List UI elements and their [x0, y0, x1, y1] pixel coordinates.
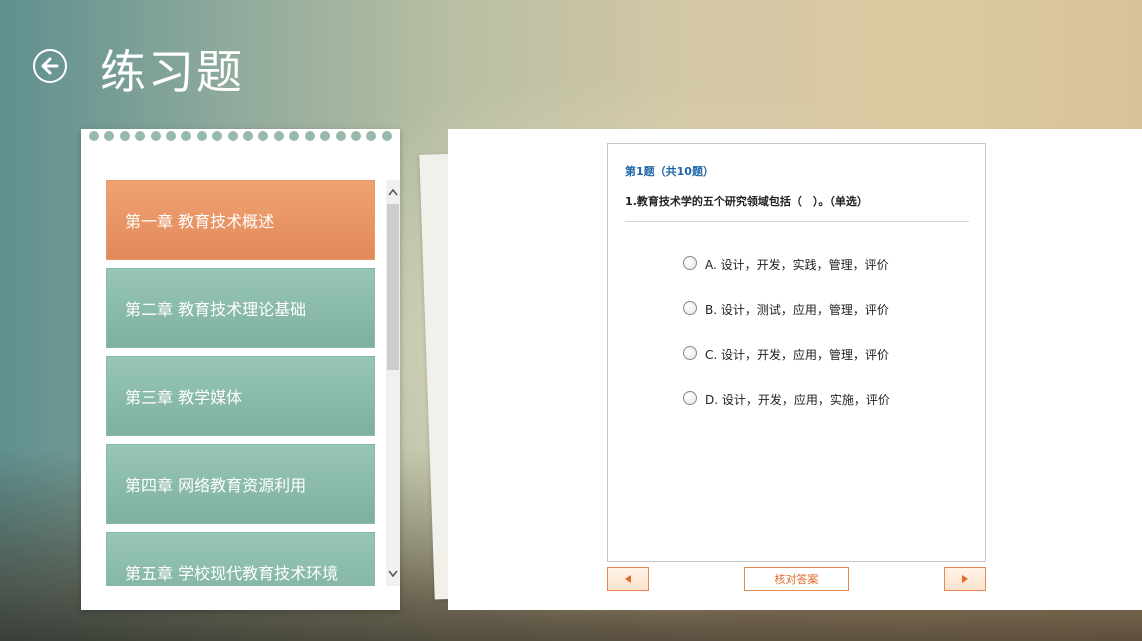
divider: [625, 221, 969, 222]
radio-b[interactable]: [683, 300, 697, 315]
scroll-down-button[interactable]: [386, 566, 400, 582]
page-title: 练习题: [100, 45, 244, 99]
triangle-right-icon: [962, 575, 968, 583]
chapter-label: 第四章 网络教育资源利用: [125, 476, 307, 495]
option-a[interactable]: A. 设计，开发，实践，管理，评价: [683, 255, 889, 273]
quiz-card: 第1题（共10题） 1.教育技术学的五个研究领域包括（ ）。（单选） A. 设计…: [607, 143, 986, 562]
chapter-label: 第五章 学校现代教育技术环境: [125, 564, 339, 583]
chapter-label: 第二章 教育技术理论基础: [125, 300, 307, 319]
option-c[interactable]: C. 设计，开发，应用，管理，评价: [683, 345, 890, 363]
chapter-item-5[interactable]: 第五章 学校现代教育技术环境: [106, 532, 375, 586]
notebook-spiral: [89, 131, 392, 145]
arrow-left-icon: [41, 57, 59, 75]
next-question-button[interactable]: [944, 567, 986, 591]
option-label: A. 设计，开发，实践，管理，评价: [705, 258, 889, 272]
chevron-down-icon: [388, 570, 398, 578]
check-answer-button[interactable]: 核对答案: [744, 567, 849, 591]
chapter-item-4[interactable]: 第四章 网络教育资源利用: [106, 444, 375, 524]
option-label: C. 设计，开发，应用，管理，评价: [705, 348, 890, 362]
chapter-notebook: 第一章 教育技术概述 第二章 教育技术理论基础 第三章 教学媒体 第四章 网络教…: [81, 129, 400, 610]
radio-c[interactable]: [683, 345, 697, 360]
triangle-left-icon: [625, 575, 631, 583]
chapter-scrollbar[interactable]: [386, 180, 400, 586]
chevron-up-icon: [388, 188, 398, 196]
chapter-label: 第一章 教育技术概述: [125, 212, 275, 231]
chapter-list: 第一章 教育技术概述 第二章 教育技术理论基础 第三章 教学媒体 第四章 网络教…: [106, 180, 375, 586]
back-button[interactable]: [33, 49, 67, 83]
option-d[interactable]: D. 设计，开发，应用，实施，评价: [683, 390, 890, 408]
chapter-item-2[interactable]: 第二章 教育技术理论基础: [106, 268, 375, 348]
option-label: B. 设计，测试，应用，管理，评价: [705, 303, 889, 317]
scroll-up-button[interactable]: [386, 184, 400, 200]
previous-question-button[interactable]: [607, 567, 649, 591]
chapter-item-1[interactable]: 第一章 教育技术概述: [106, 180, 375, 260]
chapter-item-3[interactable]: 第三章 教学媒体: [106, 356, 375, 436]
option-b[interactable]: B. 设计，测试，应用，管理，评价: [683, 300, 889, 318]
option-label: D. 设计，开发，应用，实施，评价: [705, 393, 890, 407]
question-counter: 第1题（共10题）: [625, 165, 714, 178]
scroll-thumb[interactable]: [387, 204, 399, 370]
question-text: 1.教育技术学的五个研究领域包括（ ）。（单选）: [625, 195, 868, 208]
chapter-label: 第三章 教学媒体: [125, 388, 243, 407]
radio-d[interactable]: [683, 390, 697, 405]
radio-a[interactable]: [683, 255, 697, 270]
